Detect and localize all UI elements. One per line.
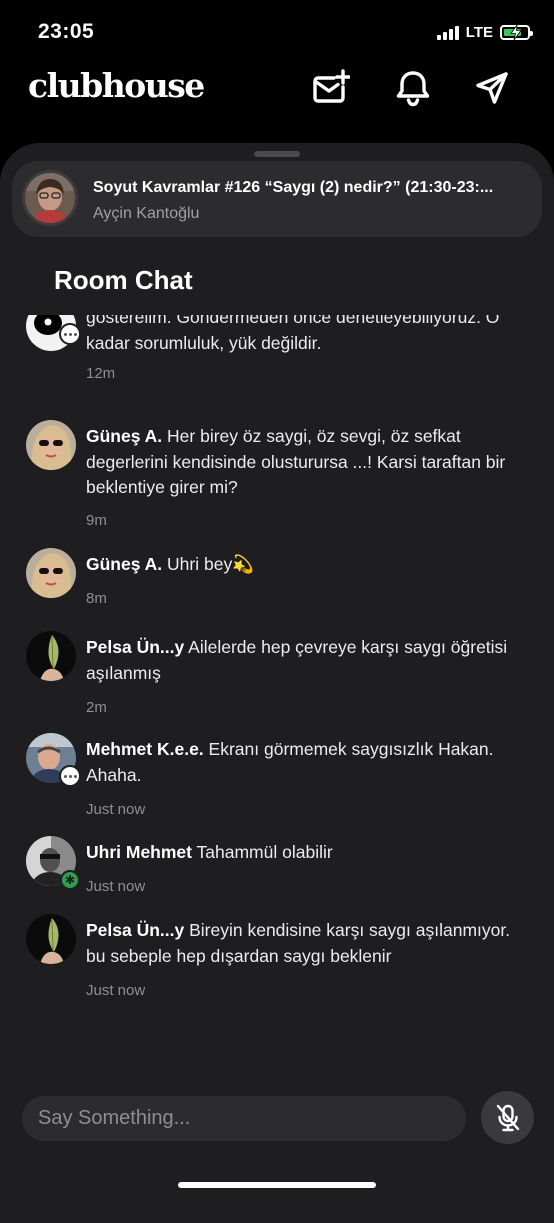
bell-icon[interactable] <box>393 68 433 108</box>
mic-off-icon <box>496 1104 519 1131</box>
message-text: Güneş A. Her birey öz saygi, öz sevgi, ö… <box>86 426 506 497</box>
message-time: 12m <box>86 365 116 382</box>
status-time: 23:05 <box>38 20 95 43</box>
message-text: Uhri Mehmet Tahammül olabilir <box>86 842 333 862</box>
battery-icon <box>500 25 533 40</box>
user-avatar[interactable] <box>26 420 76 470</box>
send-paper-plane-icon[interactable] <box>473 68 513 108</box>
message-text: Güneş A. Uhri bey💫 <box>86 554 254 574</box>
say-something-input[interactable] <box>22 1096 466 1141</box>
sender-name[interactable]: Uhri Mehmet <box>86 842 192 862</box>
host-avatar <box>22 170 78 226</box>
room-host-name: Ayçin Kantoğlu <box>93 205 200 222</box>
network-type: LTE <box>465 24 493 41</box>
message-time: Just now <box>86 982 146 999</box>
chat-message-list[interactable]: gösterelim. Göndermeden önce denetleyebi… <box>0 315 554 1015</box>
message-time: 8m <box>86 590 107 607</box>
clubhouse-logo: clubhouse <box>28 66 205 105</box>
message-text: Pelsa Ün...y Ailelerde hep çevreye karşı… <box>86 637 508 683</box>
room-chat-sheet: Soyut Kavramlar #126 “Saygı (2) nedir?” … <box>0 143 554 1223</box>
sender-name[interactable]: Pelsa Ün...y <box>86 920 184 940</box>
drag-handle[interactable] <box>254 151 300 157</box>
sender-name[interactable]: Güneş A. <box>86 554 162 574</box>
message-text: Mehmet K.e.e. Ekranı görmemek saygısızlı… <box>86 739 494 785</box>
user-avatar[interactable] <box>26 914 76 964</box>
sender-name[interactable]: Mehmet K.e.e. <box>86 739 204 759</box>
status-indicators: LTE <box>436 24 533 41</box>
sender-name[interactable]: Güneş A. <box>86 426 162 446</box>
user-avatar[interactable] <box>26 631 76 681</box>
speaker-badge-icon: ✱ <box>60 870 80 890</box>
chat-bubble-badge-icon <box>59 765 81 787</box>
room-title: Soyut Kavramlar #126 “Saygı (2) nedir?” … <box>93 179 494 196</box>
signal-icon <box>436 25 459 40</box>
user-avatar[interactable] <box>26 548 76 598</box>
message-text: gösterelim. Göndermeden önce denetleyebi… <box>86 315 500 353</box>
chat-bubble-badge-icon <box>59 323 81 345</box>
message-text: Pelsa Ün...y Bireyin kendisine karşı say… <box>86 920 511 966</box>
home-indicator[interactable] <box>178 1182 376 1188</box>
sender-name[interactable]: Pelsa Ün...y <box>86 637 184 657</box>
room-card[interactable]: Soyut Kavramlar #126 “Saygı (2) nedir?” … <box>12 161 542 237</box>
message-time: Just now <box>86 878 146 895</box>
invite-mail-icon[interactable] <box>310 68 351 108</box>
message-time: Just now <box>86 801 146 818</box>
mute-mic-button[interactable] <box>481 1091 534 1144</box>
chat-title: Room Chat <box>54 265 193 295</box>
message-time: 9m <box>86 512 107 529</box>
message-time: 2m <box>86 699 107 716</box>
